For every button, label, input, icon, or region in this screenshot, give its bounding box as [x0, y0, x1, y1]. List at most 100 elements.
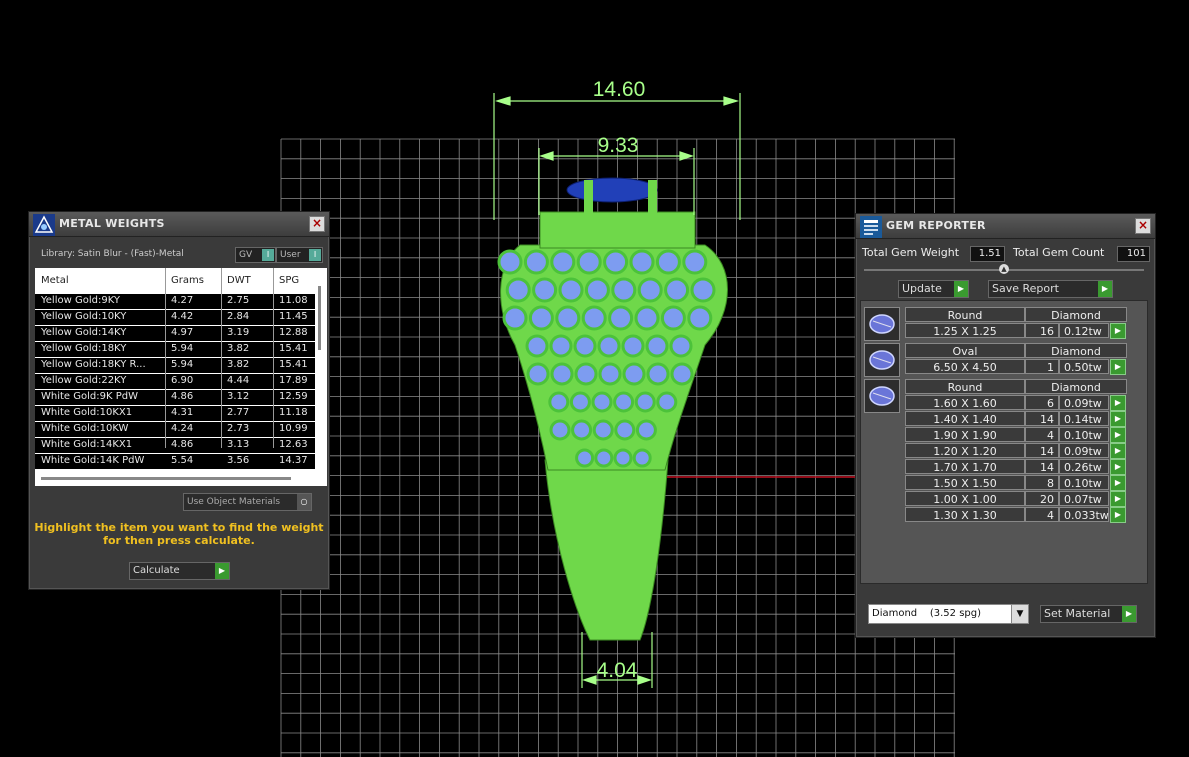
- metal-weights-panel[interactable]: METAL WEIGHTS × Library: Satin Blur - (F…: [28, 211, 330, 590]
- pave-gem: [621, 334, 645, 358]
- metal-weights-titlebar[interactable]: METAL WEIGHTS ×: [29, 212, 329, 237]
- save-report-label: Save Report: [992, 282, 1059, 295]
- pave-gem: [603, 249, 629, 275]
- pave-gem: [549, 419, 571, 441]
- gem-thumbnail-icon[interactable]: [864, 343, 900, 377]
- close-icon[interactable]: ×: [1135, 218, 1151, 234]
- gem-reporter-titlebar[interactable]: GEM REPORTER ×: [856, 214, 1155, 239]
- pave-gem: [584, 277, 610, 303]
- update-label: Update: [902, 282, 942, 295]
- gem-count-cell: 4: [1025, 427, 1059, 442]
- pave-gem: [576, 249, 602, 275]
- horizontal-scrollbar[interactable]: [41, 477, 291, 480]
- pave-gem: [634, 391, 656, 413]
- pave-gem: [690, 277, 716, 303]
- hint-line-2: for then press calculate.: [103, 534, 255, 547]
- gv-toggle[interactable]: GV I: [235, 247, 276, 263]
- grams-value: 4.31: [171, 407, 194, 418]
- select-gem-button[interactable]: ▶: [1110, 443, 1126, 459]
- col-grams[interactable]: Grams: [171, 275, 204, 286]
- total-gem-weight-value: 1.51: [970, 246, 1005, 262]
- vertical-scrollbar[interactable]: [318, 286, 321, 350]
- pave-gem: [581, 305, 607, 331]
- pave-gem: [594, 448, 614, 468]
- pave-gem: [523, 249, 549, 275]
- pave-gem: [670, 362, 694, 386]
- pave-gem: [611, 277, 637, 303]
- calculate-button[interactable]: Calculate ▶: [129, 562, 230, 580]
- grams-value: 4.24: [171, 423, 194, 434]
- gem-thumbnail-icon[interactable]: [864, 379, 900, 413]
- pave-gem: [569, 391, 591, 413]
- material-select[interactable]: Diamond (3.52 spg) ▼: [868, 604, 1029, 624]
- metal-table[interactable]: Metal Grams DWT SPG Yellow Gold:9KY 4.27 2…: [35, 268, 327, 486]
- pave-gem: [502, 305, 528, 331]
- select-gem-button[interactable]: ▶: [1110, 491, 1126, 507]
- column-divider: [165, 268, 166, 448]
- grams-value: 4.97: [171, 327, 194, 338]
- select-gem-button[interactable]: ▶: [1110, 395, 1126, 411]
- gem-weight-cell: 0.10tw: [1059, 475, 1109, 490]
- select-gem-button[interactable]: ▶: [1110, 507, 1126, 523]
- gem-reporter-panel[interactable]: GEM REPORTER × Total Gem Weight 1.51 Tot…: [855, 213, 1156, 638]
- pave-gem: [528, 305, 554, 331]
- gem-weight-cell: 0.26tw: [1059, 459, 1109, 474]
- select-gem-button[interactable]: ▶: [1110, 427, 1126, 443]
- prong-right: [648, 180, 657, 215]
- ring-model[interactable]: [497, 177, 728, 641]
- spg-value: 17.89: [279, 375, 308, 386]
- collapse-icon[interactable]: ▲: [999, 264, 1009, 274]
- material-select-value: Diamond (3.52 spg): [872, 608, 982, 619]
- select-gem-button[interactable]: ▶: [1110, 411, 1126, 427]
- select-gem-button[interactable]: ▶: [1110, 359, 1126, 375]
- table-row[interactable]: White Gold:14K PdW 5.54 3.56 14.37: [35, 454, 315, 469]
- pave-gem: [548, 391, 570, 413]
- pave-gem: [655, 249, 681, 275]
- col-spg[interactable]: SPG: [279, 275, 299, 286]
- gem-list[interactable]: Round Diamond 1.25 X 1.25 16 0.12tw ▶ Oval Diam…: [860, 300, 1148, 584]
- select-gem-button[interactable]: ▶: [1110, 459, 1126, 475]
- gem-weight-cell: 0.10tw: [1059, 427, 1109, 442]
- spg-value: 11.45: [279, 311, 308, 322]
- gem-shape-header: Round: [905, 307, 1025, 322]
- user-toggle[interactable]: User I: [276, 247, 323, 263]
- spg-value: 11.08: [279, 295, 308, 306]
- pave-gem: [592, 419, 614, 441]
- pave-gem: [608, 305, 634, 331]
- gem-size-cell: 1.60 X 1.60: [905, 395, 1025, 410]
- select-gem-button[interactable]: ▶: [1110, 323, 1126, 339]
- gem-icon: [869, 314, 895, 334]
- select-gem-button[interactable]: ▶: [1110, 475, 1126, 491]
- pave-gem: [632, 448, 652, 468]
- pave-gem: [550, 249, 576, 275]
- metal-name: Yellow Gold:22KY: [41, 375, 127, 386]
- col-dwt[interactable]: DWT: [227, 275, 251, 286]
- pave-gem: [645, 334, 669, 358]
- use-object-materials-label: Use Object Materials: [187, 497, 281, 507]
- gem-icon: [869, 350, 895, 370]
- gem-thumbnail-icon[interactable]: [864, 307, 900, 341]
- play-icon: ▶: [954, 281, 968, 297]
- gem-count-cell: 8: [1025, 475, 1059, 490]
- gem-weight-cell: 0.50tw: [1059, 359, 1109, 374]
- update-button[interactable]: Update ▶: [898, 280, 969, 298]
- metal-name: Yellow Gold:18KY R...: [41, 359, 146, 370]
- save-report-button[interactable]: Save Report ▶: [988, 280, 1113, 298]
- use-object-materials-toggle[interactable]: Use Object Materials ○: [183, 493, 312, 511]
- set-material-button[interactable]: Set Material ▶: [1040, 605, 1137, 623]
- gem-material-header: Diamond: [1025, 379, 1127, 394]
- gem-weight-cell: 0.09tw: [1059, 443, 1109, 458]
- spg-value: 11.18: [279, 407, 308, 418]
- col-metal[interactable]: Metal: [41, 275, 69, 286]
- spg-value: 15.41: [279, 343, 308, 354]
- close-icon[interactable]: ×: [309, 216, 325, 232]
- pave-gem: [571, 419, 593, 441]
- metal-name: White Gold:10KX1: [41, 407, 133, 418]
- gem-size-cell: 6.50 X 4.50: [905, 359, 1025, 374]
- pave-gem: [555, 305, 581, 331]
- gem-count-cell: 14: [1025, 443, 1059, 458]
- metal-name: White Gold:14KX1: [41, 439, 133, 450]
- pave-gem: [614, 419, 636, 441]
- grams-value: 4.86: [171, 439, 194, 450]
- calculate-label: Calculate: [133, 565, 180, 576]
